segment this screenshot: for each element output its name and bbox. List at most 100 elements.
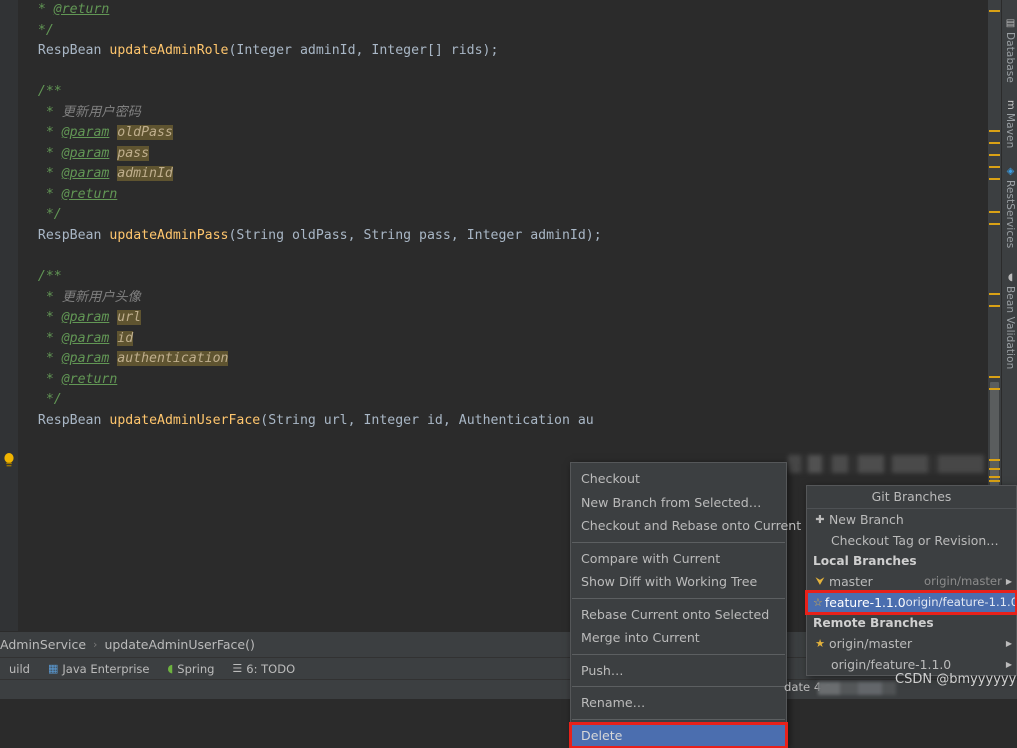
editor-marker[interactable] [989, 476, 1000, 478]
right-toolwindow-tab-maven[interactable]: m Maven [1002, 100, 1017, 148]
editor-marker[interactable] [989, 223, 1000, 225]
code-line[interactable]: * 更新用户头像 [0, 288, 988, 309]
editor-marker[interactable] [989, 166, 1000, 168]
code-line[interactable]: * @param adminId [0, 164, 988, 185]
star-outline-icon: ☆ [813, 596, 823, 609]
code-line[interactable] [0, 247, 988, 268]
editor-marker[interactable] [989, 154, 1000, 156]
git-branches-popup[interactable]: Git Branches ✚ New Branch Checkout Tag or … [805, 485, 1017, 676]
editor-marker[interactable] [989, 10, 1000, 12]
branch-context-menu[interactable]: Checkout New Branch from Selected… Checkou… [569, 462, 801, 748]
tag-icon: ⮟ [815, 575, 825, 588]
code-line[interactable]: RespBean updateAdminPass(String oldPass,… [0, 226, 988, 247]
menu-item-label: Checkout and Rebase onto Current [581, 518, 802, 533]
code-line[interactable]: */ [0, 390, 988, 411]
menu-separator [572, 686, 785, 687]
toolwindow-button-java-enterprise[interactable]: ▦ Java Enterprise [39, 658, 159, 680]
menu-item-checkout-and-rebase-onto-current[interactable]: Checkout and Rebase onto Current [571, 514, 801, 538]
maven-icon: m [1005, 100, 1016, 110]
code-line[interactable]: RespBean updateAdminUserFace(String url,… [0, 411, 988, 432]
editor-code-text[interactable]: * @return */ RespBean updateAdminRole(In… [0, 0, 988, 431]
code-line[interactable]: * 更新用户密码 [0, 103, 988, 124]
menu-item-rebase-current-onto-selected[interactable]: Rebase Current onto Selected [571, 603, 786, 627]
code-line[interactable]: */ [0, 21, 988, 42]
menu-item-label: Delete [581, 727, 623, 743]
code-token: */ [22, 207, 62, 223]
menu-item-delete[interactable]: Delete [569, 721, 788, 748]
editor-marker[interactable] [989, 142, 1000, 144]
toolwindow-button-spring[interactable]: ◖ Spring [159, 658, 224, 680]
code-line[interactable]: * @param oldPass [0, 123, 988, 144]
code-token: id [117, 330, 134, 346]
chevron-right-icon[interactable]: ▶ [1006, 633, 1016, 654]
toolwindow-button-6-todo[interactable]: ☰ 6: TODO [223, 658, 304, 680]
editor-marker[interactable] [989, 480, 1000, 482]
code-line[interactable]: RespBean updateAdminRole(Integer adminId… [0, 41, 988, 62]
git-branches-action-checkout-tag-or-revision-label: Checkout Tag or Revision… [831, 533, 999, 548]
code-token: @param [61, 145, 110, 161]
menu-item-new-branch-from-selected[interactable]: New Branch from Selected… [571, 491, 786, 515]
code-token: * [22, 310, 62, 326]
git-branch-local-feature-1.1.0[interactable]: ☆feature-1.1.0origin/feature-1.1.0▶ [805, 590, 1017, 615]
chevron-right-icon[interactable]: ▶ [1006, 571, 1016, 592]
code-line[interactable]: * @param pass [0, 144, 988, 165]
editor-marker[interactable] [989, 211, 1000, 213]
git-branch-local-master[interactable]: ⮟ master origin/master ▶ [807, 571, 1016, 592]
redacted-inline-hint [788, 455, 984, 473]
right-toolwindow-tab-label: Bean Validation [1004, 286, 1016, 370]
menu-item-merge-into-current[interactable]: Merge into Current [571, 626, 786, 650]
code-token: * [22, 145, 62, 161]
code-token: ( [260, 412, 269, 428]
code-token: * [22, 351, 62, 367]
code-token: * [22, 104, 62, 120]
code-line[interactable]: * @param authentication [0, 349, 988, 370]
right-toolwindow-tab-label: RestServices [1004, 180, 1016, 249]
code-token: String [268, 412, 316, 428]
right-toolwindow-tab-bean-validation[interactable]: ◖ Bean Validation [1002, 272, 1017, 370]
code-token: RespBean [37, 412, 102, 428]
code-token: * [22, 330, 62, 346]
code-line[interactable]: * @param url [0, 308, 988, 329]
editor-marker[interactable] [989, 178, 1000, 180]
editor-marker[interactable] [989, 376, 1000, 378]
editor-marker[interactable] [989, 468, 1000, 470]
editor-marker[interactable] [989, 305, 1000, 307]
right-toolwindow-tab-database[interactable]: ▤ Database [1002, 18, 1017, 83]
code-line[interactable]: /** [0, 82, 988, 103]
code-line[interactable]: * @return [0, 0, 988, 21]
menu-item-compare-with-current[interactable]: Compare with Current [571, 547, 786, 571]
code-token: pass, [411, 228, 467, 244]
code-line[interactable]: * @return [0, 370, 988, 391]
code-token: */ [22, 22, 54, 38]
code-token: [] rids); [426, 43, 499, 59]
code-line[interactable]: * @return [0, 185, 988, 206]
code-token: oldPass [117, 125, 173, 141]
menu-item-push[interactable]: Push… [571, 659, 786, 683]
code-token: * [22, 2, 54, 17]
code-line[interactable] [0, 62, 988, 83]
editor-marker[interactable] [989, 388, 1000, 390]
git-branch-remote-origin-master-label: origin/master [829, 636, 913, 651]
code-token: * [22, 289, 62, 305]
editor-marker[interactable] [989, 130, 1000, 132]
intention-bulb-icon[interactable] [2, 452, 16, 470]
toolwindow-button-uild[interactable]: uild [0, 658, 39, 680]
menu-item-rename[interactable]: Rename… [571, 691, 786, 715]
menu-item-show-diff-with-working-tree[interactable]: Show Diff with Working Tree [571, 570, 786, 594]
menu-item-checkout[interactable]: Checkout [571, 467, 786, 491]
code-line[interactable]: * @param id [0, 329, 988, 350]
right-toolwindow-tab-restservices[interactable]: ◈ RestServices [1002, 166, 1017, 248]
git-branches-action-new-branch[interactable]: ✚ New Branch [807, 509, 1016, 530]
editor-marker[interactable] [989, 293, 1000, 295]
code-token: Integer [363, 412, 420, 428]
editor-marker[interactable] [989, 459, 1000, 461]
breadcrumb-item-method[interactable]: updateAdminUserFace() [104, 637, 254, 652]
breadcrumb-item-class[interactable]: AdminService [0, 637, 86, 652]
code-line[interactable]: */ [0, 205, 988, 226]
code-line[interactable]: /** [0, 267, 988, 288]
git-branches-action-checkout-tag-or-revision[interactable]: Checkout Tag or Revision… [807, 530, 1016, 551]
git-branches-list[interactable]: ✚ New Branch Checkout Tag or Revision… Loca… [805, 509, 1017, 675]
git-branch-remote-origin-master[interactable]: ★ origin/master ▶ [807, 633, 1016, 654]
